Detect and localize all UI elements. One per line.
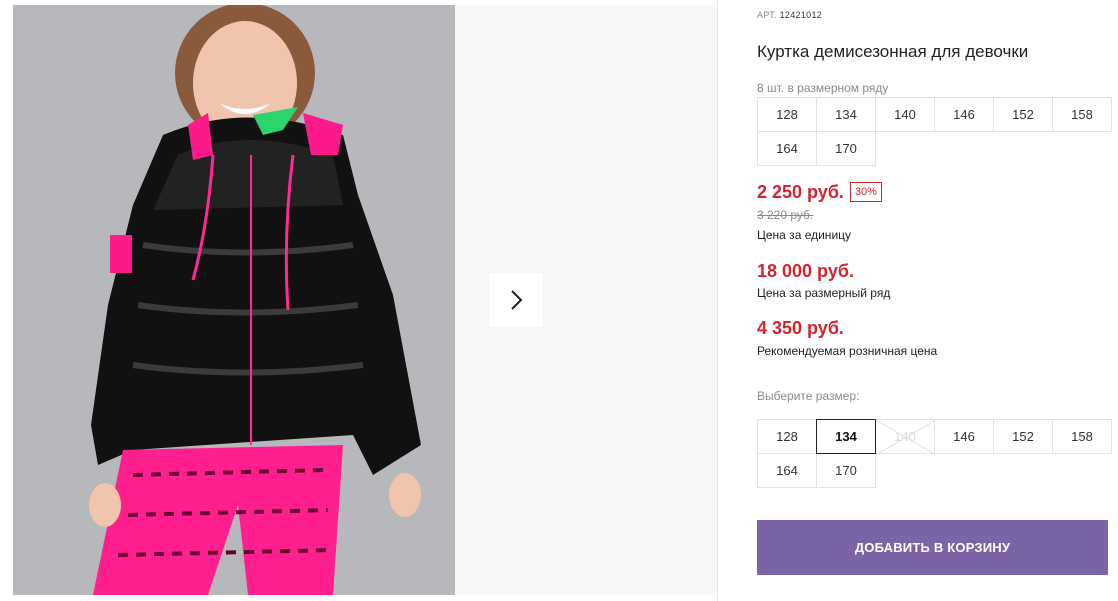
size-row-item: 164 [757, 131, 817, 166]
size-option-164[interactable]: 164 [757, 453, 817, 488]
retail-price-caption: Рекомендуемая розничная цена [757, 344, 938, 358]
discount-badge: 30% [849, 182, 882, 202]
size-option-146[interactable]: 146 [934, 419, 994, 454]
size-option-128[interactable]: 128 [757, 419, 817, 454]
size-row-item: 140 [875, 97, 935, 132]
row-total-price: 18 000 руб. [757, 261, 854, 281]
unavailable-cross-icon [876, 420, 936, 455]
row-price-caption: Цена за размерный ряд [757, 286, 891, 300]
size-row-note: 8 шт. в размерном ряду [757, 81, 889, 95]
article-value: 12421012 [779, 10, 823, 20]
size-row-item: 134 [816, 97, 876, 132]
size-row-item: 152 [993, 97, 1053, 132]
unit-price-caption: Цена за единицу [757, 228, 852, 242]
product-photo[interactable] [13, 5, 455, 595]
size-option-170[interactable]: 170 [816, 453, 876, 488]
size-row-item: 158 [1052, 97, 1112, 132]
size-option-158[interactable]: 158 [1052, 419, 1112, 454]
article-number: АРТ. 12421012 [757, 10, 822, 20]
size-option-152[interactable]: 152 [993, 419, 1053, 454]
next-image-button[interactable] [489, 273, 543, 327]
old-price: 3 220 руб. [757, 208, 814, 222]
add-to-cart-button[interactable]: ДОБАВИТЬ В КОРЗИНУ [757, 520, 1108, 575]
current-price-value: 2 250 руб. [757, 182, 844, 202]
size-option-140-unavailable: 140 [875, 419, 936, 455]
size-row-item: 146 [934, 97, 994, 132]
size-select-label: Выберите размер: [757, 389, 860, 403]
size-row-item: 128 [757, 97, 817, 132]
current-price: 2 250 руб. 30% [757, 182, 882, 203]
size-option-134[interactable]: 134 [816, 419, 876, 454]
article-label: АРТ. [757, 10, 777, 20]
product-gallery [13, 5, 717, 595]
product-title: Куртка демисезонная для девочки [757, 42, 1029, 61]
retail-price: 4 350 руб. [757, 318, 844, 338]
chevron-right-icon [511, 290, 523, 310]
column-divider [717, 0, 718, 601]
size-row-item: 170 [816, 131, 876, 166]
